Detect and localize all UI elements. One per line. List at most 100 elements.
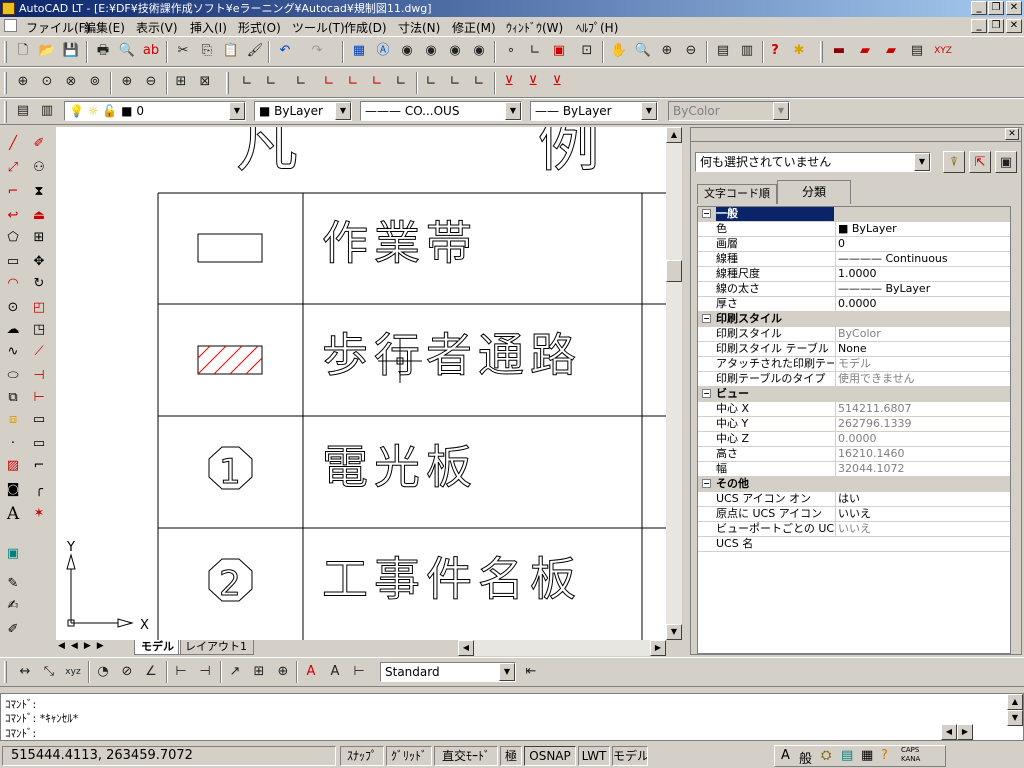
explode-icon[interactable]: ✶ [28,503,50,525]
toolbar-grip[interactable] [4,72,7,94]
property-value[interactable]: 1.0000 [835,267,1010,281]
command-window[interactable]: ｺﾏﾝﾄﾞ: ｺﾏﾝﾄﾞ: *ｷｬﾝｾﾙ* ｺﾏﾝﾄﾞ: ▲ ▼ ◀ ▶ [0,693,1024,741]
collapse-icon[interactable]: − [702,314,711,323]
restore-button[interactable]: ❐ [988,1,1004,15]
property-value[interactable]: 16210.1460 [835,447,1010,461]
horizontal-scrollbar[interactable]: ◀ ▶ [458,640,666,656]
zoom-window-icon[interactable]: ⊕ [656,40,678,62]
property-row[interactable]: 高さ 16210.1460 [698,447,1010,462]
dim-update-icon[interactable]: ⊢ [348,661,370,683]
trim-icon[interactable]: ⊣ [28,365,50,387]
edit-3-icon[interactable]: ✐ [2,619,24,641]
property-row[interactable]: 印刷スタイル ByColor [698,327,1010,342]
grid-toggle[interactable]: ｸﾞﾘｯﾄﾞ [386,746,432,766]
property-value[interactable]: モデル [835,357,1010,371]
new-file-icon[interactable]: 🗋 [12,40,34,62]
named-views-icon[interactable]: ▣ [548,40,570,62]
lwt-toggle[interactable]: LWT [578,746,610,766]
scroll-left-icon[interactable]: ◀ [458,640,474,656]
mirror-icon[interactable]: ⧗ [28,181,50,203]
tab-model[interactable]: モデル [134,640,181,655]
properties-icon[interactable]: ▤ [712,40,734,62]
property-value[interactable]: None [835,342,1010,356]
edit-2-icon[interactable]: ✍ [2,595,24,617]
open-folder-icon[interactable]: 📂 [36,40,58,62]
erase-icon[interactable]: ✐ [28,133,50,155]
chevron-down-icon[interactable]: ▼ [499,663,515,681]
chevron-down-icon[interactable]: ▼ [914,153,930,171]
property-category[interactable]: − 印刷スタイル [698,312,1010,327]
zoom-scale-icon[interactable]: ⊗ [60,71,82,93]
property-row[interactable]: 厚さ 0.0000 [698,297,1010,312]
property-category[interactable]: − ビュー [698,387,1010,402]
help-icon[interactable]: ? [764,40,786,62]
property-row[interactable]: UCS 名 [698,537,1010,552]
zoom-all-icon[interactable]: ⊞ [170,71,192,93]
break-icon[interactable]: ▭ [28,409,50,431]
lineweight-combo[interactable]: —— ByLayer ▼ [530,101,658,121]
dim-baseline-icon[interactable]: ⊢ [170,661,192,683]
property-value[interactable]: いいえ [835,507,1010,521]
ime-tools-icon[interactable]: ▦ [861,748,873,763]
property-value[interactable]: 0.0000 [835,297,1010,311]
ime-mode-icon[interactable]: A [781,748,790,763]
ucs-2-icon[interactable]: ∟ [260,71,282,93]
ellipse-icon[interactable]: ⬭ [2,365,24,387]
pickadd-icon[interactable]: ▣ [995,151,1017,173]
coordinates-display[interactable]: 515444.4113, 263459.7072 [2,746,336,766]
property-value[interactable]: ■ ByLayer [835,222,1010,236]
tab-categorized[interactable]: 分類 [777,180,851,204]
ucs-9-icon[interactable]: ∟ [444,71,466,93]
property-value[interactable]: ByColor [835,327,1010,341]
property-value[interactable]: 使用できません [835,372,1010,386]
lengthen-icon[interactable]: ⟋ [28,341,50,363]
ucs-7-icon[interactable]: ∟ [390,71,412,93]
menu-edit[interactable]: 編集(E) [84,19,125,36]
menu-file[interactable]: ファイル(F) [26,19,90,36]
region-icon[interactable]: ◙ [2,479,24,501]
menu-view[interactable]: 表示(V) [136,19,178,36]
ucs-3-icon[interactable]: ∟ [290,71,312,93]
ime-help-icon[interactable]: ? [881,748,888,763]
menu-insert[interactable]: 挿入(I) [190,19,227,36]
property-value[interactable]: 32044.1072 [835,462,1010,476]
property-row[interactable]: 中心 Z 0.0000 [698,432,1010,447]
dim-continue-icon[interactable]: ⊣ [194,661,216,683]
chevron-down-icon[interactable]: ▼ [641,102,657,120]
toolbar-grip[interactable] [4,661,7,683]
web-4-icon[interactable]: ◉ [468,40,490,62]
collapse-icon[interactable]: − [702,389,711,398]
selection-combo[interactable]: 何も選択されていません ▼ [695,152,931,172]
zoom-out-icon[interactable]: ⊖ [140,71,162,93]
toolbar-grip[interactable] [4,41,7,63]
hatch-icon[interactable]: ▨ [2,455,24,477]
color-combo[interactable]: ■ ByLayer ▼ [254,101,352,121]
property-category[interactable]: − 一般 [698,207,1010,222]
property-row[interactable]: 印刷テーブルのタイプ 使用できません [698,372,1010,387]
menu-format[interactable]: 形式(O) [238,19,281,36]
doc-restore-button[interactable]: ❐ [988,19,1004,33]
fillet-icon[interactable]: ╭ [28,479,50,501]
pan-icon[interactable]: ✋ [608,40,630,62]
layer-previous-icon[interactable]: ▥ [36,100,58,122]
layer-manager-icon[interactable]: ▤ [12,100,34,122]
today-icon[interactable]: ✱ [788,40,810,62]
cmd-scroll-down-icon[interactable]: ▼ [1007,710,1023,726]
aerial-view-icon[interactable]: ⊡ [576,40,598,62]
dim-edit-icon[interactable]: A [300,661,322,683]
osnap-toggle[interactable]: OSNAP [524,746,576,766]
toolbar-grip[interactable] [226,72,229,94]
property-row[interactable]: 原点に UCS アイコン いいえ [698,507,1010,522]
ucs-5-icon[interactable]: ∟ [342,71,364,93]
property-row[interactable]: 線の太さ ———— ByLayer [698,282,1010,297]
zoom-extents-icon[interactable]: ⊠ [194,71,216,93]
zoom-center-icon[interactable]: ⊚ [84,71,106,93]
property-row[interactable]: 中心 Y 262796.1339 [698,417,1010,432]
ucs-icon[interactable]: ∟ [524,40,546,62]
edit-icon[interactable]: ✎ [2,573,24,595]
property-row[interactable]: ビューポートごとの UCS いいえ [698,522,1010,537]
drawing-canvas[interactable]: 凡 例 作業帯 歩行者通路 電光板 工事件名板 1 2 Y X [56,127,666,640]
tab-alphabetic[interactable]: 文字コード順 [697,184,777,204]
layer-tool-2-icon[interactable]: ▰ [854,40,876,62]
ucs-z-icon[interactable]: ⊻ [546,71,568,93]
